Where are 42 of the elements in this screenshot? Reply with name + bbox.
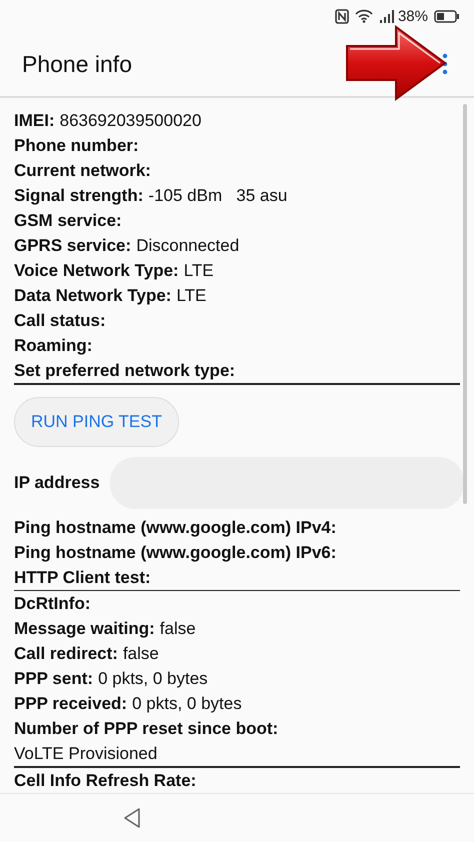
field-label: Call redirect: <box>14 643 118 666</box>
field-label: Cell Info Refresh Rate: <box>14 770 196 792</box>
field-label: Ping hostname (www.google.com) IPv6: <box>14 542 336 564</box>
setting-label[interactable]: VoLTE Provisioned <box>14 741 158 766</box>
field-value: false <box>160 618 196 640</box>
field-value: -105 dBm 35 asu <box>148 185 288 207</box>
nfc-icon <box>334 8 349 24</box>
screen-title: Phone info <box>22 50 132 78</box>
field-label: Number of PPP reset since boot: <box>14 718 278 740</box>
field-label: Data Network Type: <box>14 285 172 307</box>
field-label: Message waiting: <box>14 618 155 640</box>
field-label: Voice Network Type: <box>14 260 179 282</box>
field-label: GPRS service: <box>14 235 132 257</box>
field-value: 863692039500020 <box>60 110 202 132</box>
field-label: PPP received: <box>14 693 128 716</box>
field-label: Set preferred network type: <box>14 360 236 382</box>
field-label: Ping hostname (www.google.com) IPv4: <box>14 516 336 539</box>
battery-icon <box>434 10 460 22</box>
input-field[interactable] <box>110 456 464 509</box>
field-label: HTTP Client test: <box>14 566 151 589</box>
back-icon[interactable] <box>122 807 142 829</box>
signal-icon <box>378 10 395 22</box>
field-label: GSM service: <box>14 210 122 232</box>
wifi-icon <box>354 9 373 23</box>
field-value: Disconnected <box>136 235 240 257</box>
field-label: IMEI: <box>14 110 55 132</box>
field-label: Call status: <box>14 310 106 332</box>
field-value: false <box>122 643 159 666</box>
field-value: LTE <box>184 260 214 282</box>
field-value: 0 pkts, 0 bytes <box>132 693 242 716</box>
run-ping-test-button[interactable]: RUN PING TEST <box>14 396 179 447</box>
field-label: IP address <box>14 472 100 493</box>
field-label: Roaming: <box>14 335 92 357</box>
field-label: PPP sent: <box>14 668 94 690</box>
field-label: Signal strength: <box>14 185 144 207</box>
field-value: 0 pkts, 0 bytes <box>98 668 208 690</box>
battery-level: 38% <box>398 8 428 24</box>
field-label: DcRtInfo: <box>14 593 90 616</box>
field-value: LTE <box>176 285 206 307</box>
field-label: Phone number: <box>14 135 139 157</box>
scrollbar[interactable] <box>463 104 467 504</box>
field-label: Current network: <box>14 160 151 182</box>
